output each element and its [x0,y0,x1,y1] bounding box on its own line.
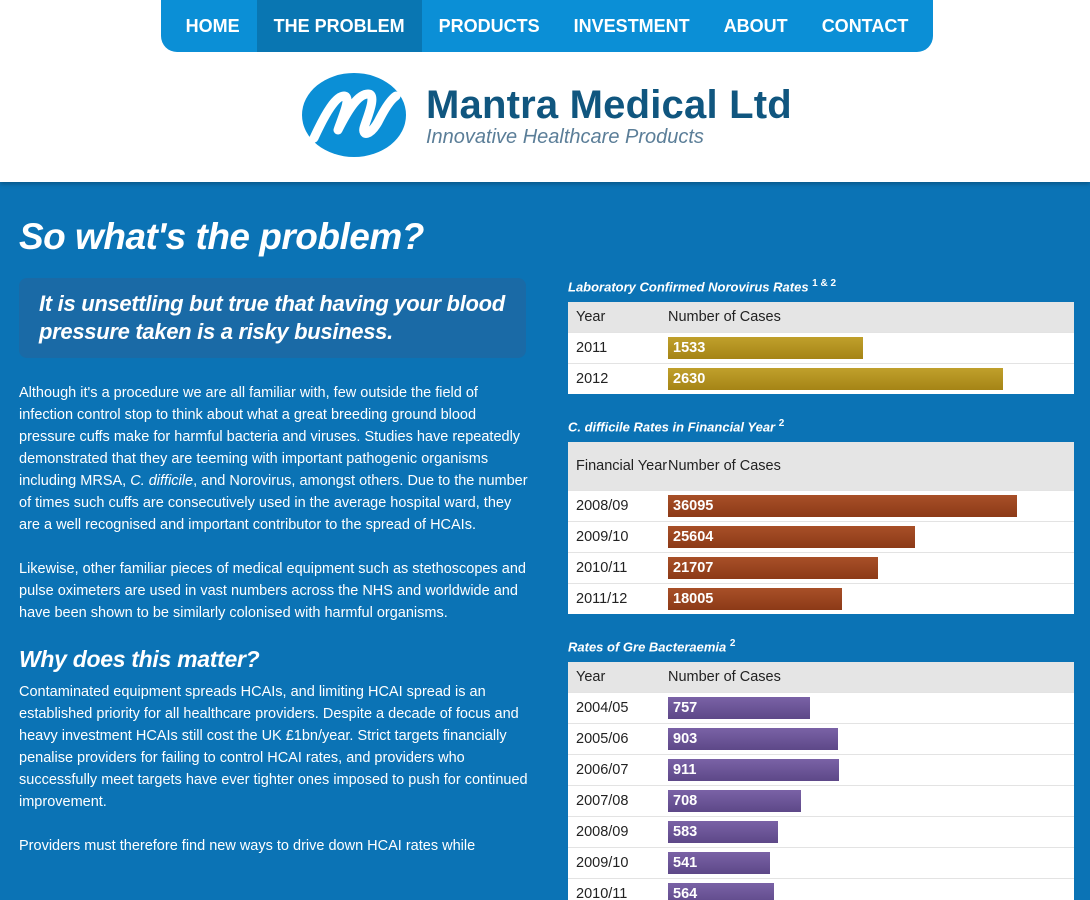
bacteraemia-table-caption: Rates of Gre Bacteraemia 2 [568,638,736,655]
stats-tables: Laboratory Confirmed Norovirus Rates 1 &… [568,278,1074,900]
norovirus-table: Year Number of Cases 2011 1533 2012 2630 [568,302,1074,394]
data-bar: 541 [668,852,770,874]
site-header: HOME THE PROBLEM PRODUCTS INVESTMENT ABO… [0,0,1090,182]
callout-quote: It is unsettling but true that having yo… [19,278,526,358]
row-label: 2011 [576,340,608,356]
row-label: 2008/09 [576,498,629,514]
nav-the-problem[interactable]: THE PROBLEM [256,0,422,52]
table-row: 2009/10 541 [568,847,1074,878]
table-header: Year Number of Cases [568,302,1074,332]
row-label: 2010/11 [576,886,628,900]
header-financial-year: Financial Year [576,458,668,474]
paragraph-3: Contaminated equipment spreads HCAIs, an… [19,684,528,810]
bacteraemia-table: Year Number of Cases 2004/05 757 2005/06… [568,662,1074,900]
table-row: 2010/11 21707 [568,552,1074,583]
row-label: 2009/10 [576,529,629,545]
nav-about[interactable]: ABOUT [707,0,805,52]
data-bar: 1533 [668,337,864,359]
data-bar: 564 [668,883,775,900]
page-title: So what's the problem? [19,216,424,257]
table-row: 2009/10 25604 [568,521,1074,552]
row-label: 2005/06 [576,731,629,747]
brand-tagline: Innovative Healthcare Products [426,126,704,148]
paragraph-1: Although it's a procedure we are all fam… [19,385,528,533]
row-label: 2007/08 [576,793,629,809]
paragraph-2: Likewise, other familiar pieces of medic… [19,561,526,621]
table-row: 2011/12 18005 [568,583,1074,614]
body-text: Although it's a procedure we are all fam… [19,382,529,879]
data-bar: 911 [668,759,840,781]
cdiff-table-caption: C. difficile Rates in Financial Year 2 [568,418,785,435]
cdiff-table: Financial Year Number of Cases 2008/09 3… [568,442,1074,614]
nav-products[interactable]: PRODUCTS [422,0,557,52]
row-label: 2010/11 [576,560,628,576]
paragraph-4: Providers must therefore find new ways t… [19,838,476,854]
table-row: 2008/09 36095 [568,490,1074,521]
table-row: 2010/11 564 [568,878,1074,900]
table-row: 2008/09 583 [568,816,1074,847]
row-label: 2012 [576,371,609,387]
data-bar: 36095 [668,495,1017,517]
main-nav: HOME THE PROBLEM PRODUCTS INVESTMENT ABO… [161,0,933,52]
row-label: 2006/07 [576,762,629,778]
table-row: 2005/06 903 [568,723,1074,754]
data-bar: 21707 [668,557,878,579]
row-label: 2004/05 [576,700,629,716]
section-heading-why: Why does this matter? [19,646,260,672]
main-content: So what's the problem? It is unsettling … [0,182,1090,900]
data-bar: 583 [668,821,778,843]
brand[interactable]: Mantra Medical Ltd Innovative Healthcare… [302,72,792,158]
norovirus-table-caption: Laboratory Confirmed Norovirus Rates 1 &… [568,278,837,295]
data-bar: 757 [668,697,811,719]
page: HOME THE PROBLEM PRODUCTS INVESTMENT ABO… [0,0,1090,900]
header-year: Year [576,669,606,685]
row-label: 2009/10 [576,855,629,871]
mantra-logo-icon[interactable] [302,72,406,158]
nav-contact[interactable]: CONTACT [805,0,926,52]
nav-home[interactable]: HOME [169,0,257,52]
table-header: Year Number of Cases [568,662,1074,692]
table-row: 2004/05 757 [568,692,1074,723]
table-row: 2011 1533 [568,332,1074,363]
table-row: 2012 2630 [568,363,1074,394]
table-header: Financial Year Number of Cases [568,442,1074,490]
data-bar: 903 [668,728,838,750]
header-year: Year [576,309,606,325]
header-cases: Number of Cases [668,669,781,685]
data-bar: 25604 [668,526,916,548]
brand-title: Mantra Medical Ltd [426,83,792,127]
row-label: 2011/12 [576,591,628,607]
data-bar: 708 [668,790,802,812]
nav-investment[interactable]: INVESTMENT [557,0,707,52]
table-row: 2007/08 708 [568,785,1074,816]
data-bar: 18005 [668,588,843,610]
table-row: 2006/07 911 [568,754,1074,785]
data-bar: 2630 [668,368,1004,390]
header-cases: Number of Cases [668,309,781,325]
row-label: 2008/09 [576,824,629,840]
header-cases: Number of Cases [668,458,781,474]
